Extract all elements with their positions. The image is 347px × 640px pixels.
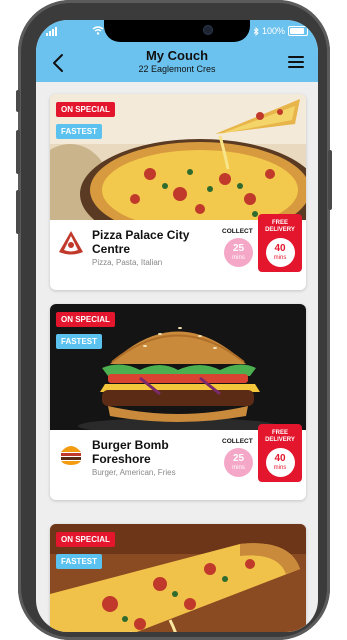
power-button <box>328 150 332 210</box>
delivery-time: 40 mins <box>265 448 295 477</box>
delivery-time-value: 40 <box>274 243 286 254</box>
battery-percent: 100% <box>261 26 285 36</box>
free-delivery-box[interactable]: FREE DELIVERY 40 mins <box>258 424 302 482</box>
restaurant-card-burger-bomb[interactable]: ON SPECIAL FASTEST Burger Bomb Foreshore… <box>50 304 306 500</box>
camera-icon <box>204 26 212 34</box>
hamburger-menu-icon[interactable] <box>288 56 304 68</box>
wifi-icon <box>92 26 104 35</box>
bluetooth-icon <box>253 26 259 36</box>
collect-time[interactable]: 25 mins <box>224 238 253 267</box>
free-delivery-label: FREE DELIVERY <box>265 430 295 443</box>
collect-time-value: 25 <box>232 243 245 254</box>
restaurant-name: Pizza Palace City Centre <box>92 228 190 256</box>
volume-down-button <box>16 190 20 234</box>
restaurant-image-pizza-slice: ON SPECIAL FASTEST <box>50 524 306 632</box>
fastest-badge: FASTEST <box>56 334 103 349</box>
burger-bomb-logo <box>61 446 81 465</box>
restaurant-image-burger: ON SPECIAL FASTEST <box>50 304 306 430</box>
volume-up-button <box>16 130 20 174</box>
notch <box>104 20 250 42</box>
free-delivery-box[interactable]: FREE DELIVERY 40 mins <box>258 214 302 272</box>
delivery-time-unit: mins <box>273 465 287 471</box>
delivery-time: 40 mins <box>265 238 295 267</box>
pizza-palace-logo <box>59 231 83 255</box>
restaurant-image-pizza: ON SPECIAL FASTEST <box>50 94 306 220</box>
mute-switch <box>16 90 20 112</box>
collect-time-unit: mins <box>232 465 245 471</box>
restaurant-name: Burger Bomb Foreshore <box>92 438 169 466</box>
on-special-badge: ON SPECIAL <box>56 532 115 547</box>
restaurant-card-third[interactable]: ON SPECIAL FASTEST <box>50 524 306 632</box>
page-title: My Couch <box>145 48 209 63</box>
fastest-badge: FASTEST <box>56 124 103 139</box>
delivery-time-value: 40 <box>274 453 286 464</box>
cellular-signal-icon <box>46 27 57 36</box>
collect-time-value: 25 <box>232 453 245 464</box>
fastest-badge: FASTEST <box>56 554 103 569</box>
collect-label: COLLECT <box>222 438 253 445</box>
collect-time-unit: mins <box>232 255 245 261</box>
collect-time[interactable]: 25 mins <box>224 448 253 477</box>
on-special-badge: ON SPECIAL <box>56 102 115 117</box>
free-delivery-label: FREE DELIVERY <box>265 220 295 233</box>
phone-screen: 100% My Couch 22 Eaglemont Cres ON SPECI… <box>36 20 318 632</box>
collect-label: COLLECT <box>222 228 253 235</box>
on-special-badge: ON SPECIAL <box>56 312 115 327</box>
delivery-time-unit: mins <box>273 255 287 261</box>
restaurant-cuisine: Burger, American, Fries <box>92 468 176 477</box>
delivery-address[interactable]: 22 Eaglemont Cres <box>36 64 318 74</box>
battery-icon <box>288 26 308 36</box>
restaurant-cuisine: Pizza, Pasta, Italian <box>92 258 163 267</box>
restaurant-card-pizza-palace[interactable]: ON SPECIAL FASTEST Pizza Palace City Cen… <box>50 94 306 290</box>
